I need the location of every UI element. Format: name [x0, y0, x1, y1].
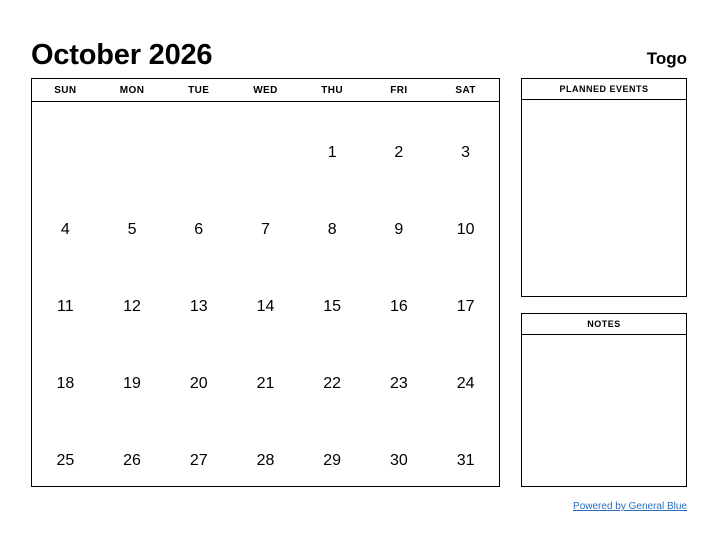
day-cell[interactable]: 17 [432, 256, 499, 333]
calendar-grid: SUN MON TUE WED THU FRI SAT 1 2 3 4 5 6 … [31, 78, 500, 487]
day-number: 21 [256, 375, 275, 392]
planned-events-panel: PLANNED EVENTS [521, 78, 687, 297]
day-number: 27 [189, 452, 208, 469]
day-cell[interactable]: 10 [432, 179, 499, 256]
day-number: 5 [127, 221, 137, 238]
calendar-page: October 2026 Togo SUN MON TUE WED THU FR… [0, 0, 712, 550]
country-label: Togo [646, 49, 687, 68]
notes-body[interactable] [522, 335, 686, 486]
calendar-week-row: 25 26 27 28 29 30 31 [32, 410, 499, 487]
day-cell[interactable] [165, 102, 232, 180]
day-cell[interactable] [232, 102, 299, 180]
weekday-header-mon: MON [98, 79, 166, 102]
day-cell[interactable]: 26 [99, 410, 166, 487]
day-number: 19 [123, 375, 141, 392]
day-number: 30 [389, 452, 408, 469]
calendar-week-row: 1 2 3 [32, 102, 499, 180]
day-number: 14 [256, 298, 275, 315]
day-cell[interactable] [99, 102, 166, 180]
day-cell[interactable]: 5 [99, 179, 166, 256]
day-cell[interactable]: 13 [165, 256, 232, 333]
day-number: 11 [57, 298, 74, 315]
day-cell[interactable]: 22 [299, 333, 366, 410]
day-number [232, 161, 299, 179]
planned-events-body[interactable] [522, 100, 686, 296]
day-number: 25 [56, 452, 75, 469]
day-cell[interactable]: 23 [366, 333, 433, 410]
day-cell[interactable]: 28 [232, 410, 299, 487]
day-number: 12 [123, 298, 141, 315]
day-number [99, 161, 166, 179]
day-number: 29 [323, 452, 342, 469]
day-number [32, 161, 99, 179]
weekday-header-sun: SUN [32, 79, 99, 102]
day-cell[interactable]: 19 [99, 333, 166, 410]
day-number: 2 [394, 144, 404, 161]
day-number: 23 [389, 375, 408, 392]
weekday-header-wed: WED [232, 79, 299, 102]
day-number: 18 [56, 375, 75, 392]
day-number: 6 [194, 221, 204, 238]
day-cell[interactable]: 30 [366, 410, 433, 487]
powered-by-link[interactable]: Powered by General Blue [573, 501, 687, 512]
day-number: 26 [123, 452, 141, 469]
weekday-header-row: SUN MON TUE WED THU FRI SAT [32, 79, 499, 102]
day-cell[interactable]: 16 [366, 256, 433, 333]
day-number: 28 [256, 452, 275, 469]
day-number: 31 [456, 452, 475, 469]
day-cell[interactable] [32, 102, 99, 180]
notes-title: NOTES [522, 314, 686, 335]
day-number: 7 [261, 221, 270, 238]
day-number: 24 [456, 375, 475, 392]
page-title: October 2026 [31, 39, 213, 71]
day-cell[interactable]: 20 [165, 333, 232, 410]
day-number: 3 [461, 144, 471, 161]
day-number: 20 [189, 375, 208, 392]
calendar-week-row: 18 19 20 21 22 23 24 [32, 333, 499, 410]
day-cell[interactable]: 25 [32, 410, 99, 487]
page-footer: Powered by General Blue [521, 496, 687, 514]
day-cell[interactable]: 2 [366, 102, 433, 180]
day-number: 17 [456, 298, 475, 315]
day-number: 8 [327, 221, 337, 238]
calendar-week-row: 4 5 6 7 8 9 10 [32, 179, 499, 256]
day-cell[interactable]: 11 [32, 256, 99, 333]
day-number: 13 [189, 298, 208, 315]
day-cell[interactable]: 27 [165, 410, 232, 487]
day-cell[interactable]: 6 [165, 179, 232, 256]
day-cell[interactable]: 9 [366, 179, 433, 256]
day-cell[interactable]: 15 [299, 256, 366, 333]
day-cell[interactable]: 12 [99, 256, 166, 333]
weekday-header-sat: SAT [432, 79, 499, 102]
day-cell[interactable]: 18 [32, 333, 99, 410]
day-cell[interactable]: 14 [232, 256, 299, 333]
day-number: 4 [60, 221, 70, 238]
day-number: 15 [323, 298, 342, 315]
day-number: 9 [394, 221, 404, 238]
day-cell[interactable]: 31 [432, 410, 499, 487]
day-number: 10 [456, 221, 475, 238]
planned-events-title: PLANNED EVENTS [522, 79, 686, 100]
day-cell[interactable]: 1 [299, 102, 366, 180]
day-cell[interactable]: 29 [299, 410, 366, 487]
day-cell[interactable]: 4 [32, 179, 99, 256]
notes-panel: NOTES [521, 313, 687, 487]
weekday-header-thu: THU [298, 79, 366, 102]
day-cell[interactable]: 24 [432, 333, 499, 410]
calendar-week-row: 11 12 13 14 15 16 17 [32, 256, 499, 333]
page-header: October 2026 Togo [31, 28, 687, 70]
day-cell[interactable]: 8 [299, 179, 366, 256]
day-number: 22 [323, 375, 342, 392]
calendar-table: SUN MON TUE WED THU FRI SAT 1 2 3 4 5 6 … [32, 79, 499, 487]
weekday-header-tue: TUE [165, 79, 233, 102]
day-number: 1 [327, 144, 337, 161]
weekday-header-fri: FRI [365, 79, 433, 102]
day-number: 16 [389, 298, 408, 315]
day-number [165, 161, 232, 179]
day-cell[interactable]: 7 [232, 179, 299, 256]
day-cell[interactable]: 21 [232, 333, 299, 410]
day-cell[interactable]: 3 [432, 102, 499, 180]
